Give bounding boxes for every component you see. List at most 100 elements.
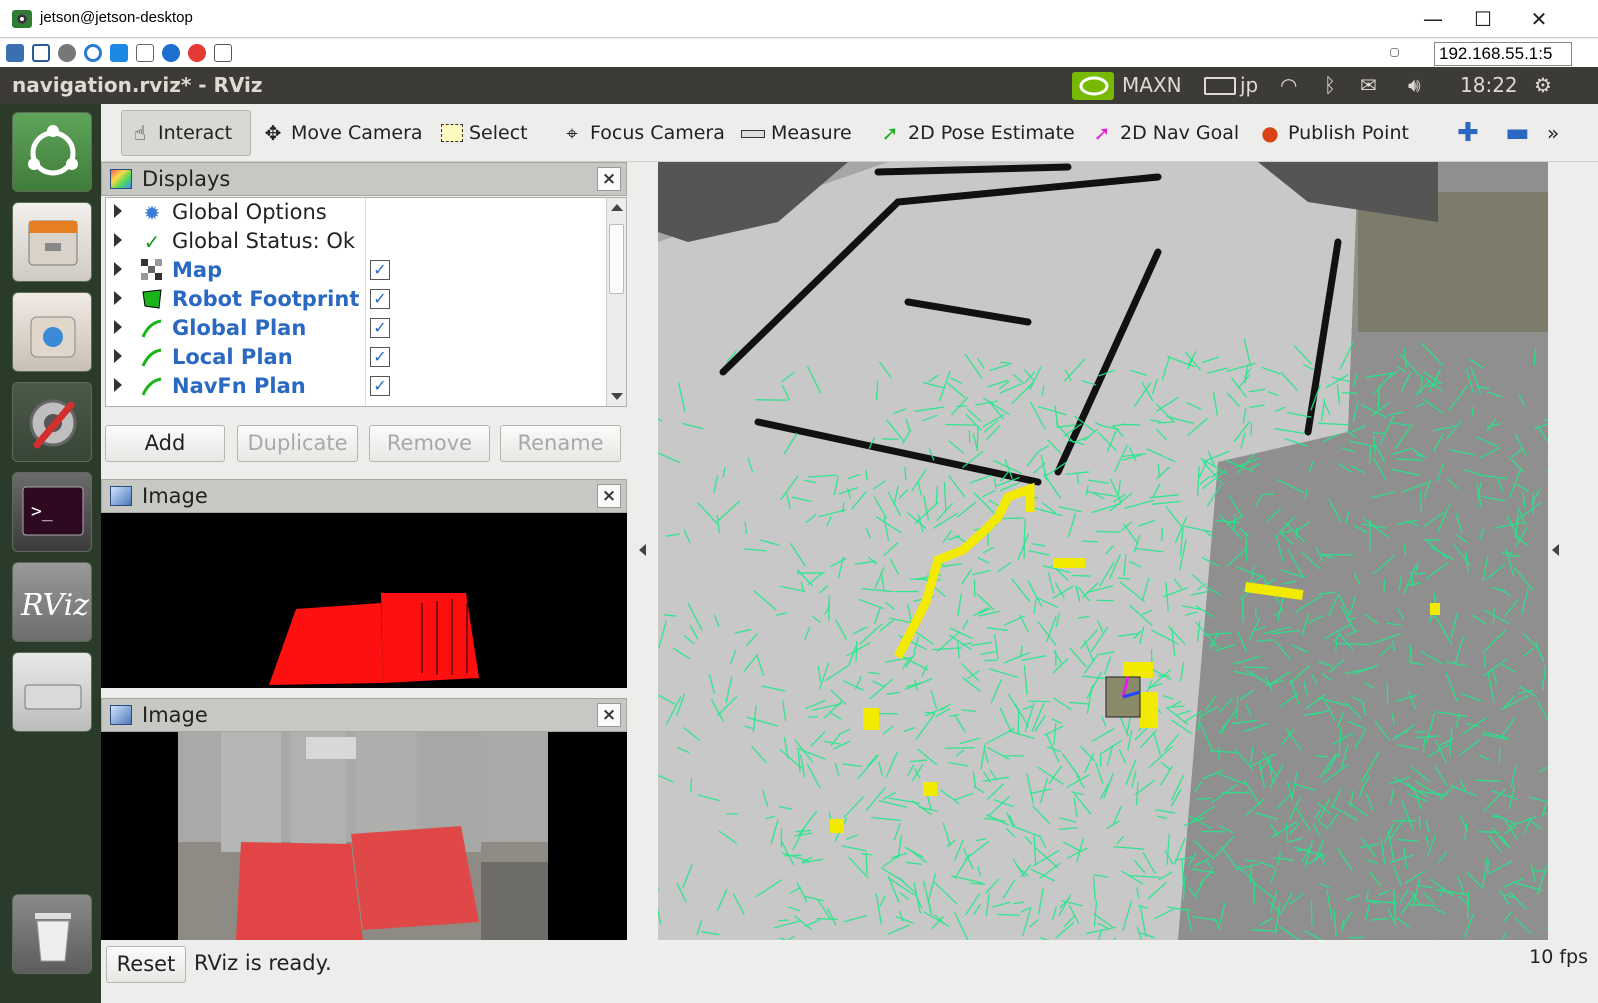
green-arrow-icon: ➚ (881, 121, 899, 145)
display-item-local-plan[interactable]: Local Plan ✓ (106, 343, 606, 372)
options-gear-icon[interactable] (58, 44, 76, 62)
path-icon (140, 375, 164, 399)
displays-close-button[interactable]: × (597, 167, 621, 191)
vnc-window-title: jetson@jetson-desktop (40, 9, 193, 26)
map-checkbox[interactable]: ✓ (370, 260, 390, 280)
scroll-up-icon[interactable] (611, 204, 623, 211)
scroll-down-icon[interactable] (611, 393, 623, 400)
camera-image (101, 732, 627, 940)
image-panel-close-button[interactable]: × (597, 484, 621, 508)
drive-icon[interactable] (12, 652, 92, 732)
trash-icon[interactable] (12, 894, 92, 974)
right-dock-gutter[interactable] (1548, 162, 1598, 940)
local-plan-checkbox[interactable]: ✓ (370, 347, 390, 367)
mail-icon[interactable]: ✉ (1360, 73, 1377, 97)
maximize-button[interactable]: ☐ (1460, 6, 1506, 32)
volume-icon[interactable]: 🔊︎ (1408, 73, 1421, 97)
terminal-icon[interactable]: >_ (12, 472, 92, 552)
fullscreen-icon[interactable] (32, 44, 50, 62)
close-window-button[interactable]: ✕ (1516, 6, 1562, 32)
tool-2d-nav-goal-label: 2D Nav Goal (1120, 122, 1240, 144)
clock[interactable]: 18:22 (1460, 73, 1518, 97)
system-settings-icon[interactable] (12, 382, 92, 462)
software-center-icon[interactable] (12, 292, 92, 372)
tool-measure-label: Measure (771, 122, 852, 144)
wifi-icon[interactable]: ◠ (1280, 73, 1297, 97)
expand-arrow-icon[interactable] (114, 349, 122, 363)
display-item-label: Global Options (172, 200, 327, 224)
display-item-global-status[interactable]: ✓ Global Status: Ok (106, 227, 606, 256)
image-icon (110, 705, 132, 725)
display-item-navfn-plan[interactable]: NavFn Plan ✓ (106, 372, 606, 401)
expand-arrow-icon[interactable] (114, 204, 122, 218)
bluetooth-icon[interactable]: ᛒ (1324, 73, 1336, 97)
display-item-robot-footprint[interactable]: Robot Footprint ✓ (106, 285, 606, 314)
rviz-app-icon[interactable]: RViz (12, 562, 92, 642)
duplicate-button[interactable]: Duplicate (237, 425, 358, 462)
display-item-global-options[interactable]: ✹ Global Options (106, 198, 606, 227)
tool-2d-pose-estimate-label: 2D Pose Estimate (908, 122, 1075, 144)
power-mode-indicator[interactable]: MAXN (1122, 73, 1182, 97)
tool-publish-point-label: Publish Point (1288, 122, 1409, 144)
status-bar: Reset RViz is ready. 10 fps (101, 942, 1598, 1003)
expand-arrow-icon[interactable] (114, 291, 122, 305)
windows-key-icon[interactable] (110, 44, 128, 62)
3d-viewport[interactable] (658, 162, 1548, 940)
collapse-left-icon[interactable] (639, 544, 646, 556)
remove-button[interactable]: Remove (369, 425, 490, 462)
vnc-title-bar: jetson@jetson-desktop — ☐ ✕ (0, 0, 1598, 38)
expand-arrow-icon[interactable] (114, 320, 122, 334)
scrollbar-thumb[interactable] (609, 224, 624, 294)
ctrl-alt-del-icon[interactable] (136, 44, 154, 62)
keyboard-icon[interactable] (1204, 77, 1236, 95)
transfer-files-icon[interactable] (214, 44, 232, 62)
reset-button[interactable]: Reset (106, 946, 186, 983)
robot-footprint-checkbox[interactable]: ✓ (370, 289, 390, 309)
navfn-plan-checkbox[interactable]: ✓ (370, 376, 390, 396)
add-button[interactable]: Add (105, 425, 225, 462)
global-plan-checkbox[interactable]: ✓ (370, 318, 390, 338)
ubuntu-dash-icon[interactable] (12, 112, 92, 192)
address-field[interactable]: 192.168.55.1:5 (1434, 42, 1572, 66)
refresh-icon[interactable] (84, 44, 102, 62)
displays-scrollbar[interactable] (606, 198, 626, 406)
display-item-map[interactable]: Map ✓ (106, 256, 606, 285)
rename-button[interactable]: Rename (500, 425, 621, 462)
depth-image (101, 513, 627, 688)
keyboard-layout[interactable]: jp (1240, 73, 1258, 97)
camera-panel-close-button[interactable]: × (597, 703, 621, 727)
address-toggle-icon[interactable] (1390, 48, 1399, 57)
svg-text:RViz: RViz (20, 588, 89, 623)
tool-2d-pose-estimate[interactable]: ➚ 2D Pose Estimate (872, 110, 1081, 156)
toolbar-overflow-button[interactable]: » (1541, 110, 1565, 156)
expand-arrow-icon[interactable] (114, 262, 122, 276)
tool-select[interactable]: Select (435, 110, 534, 156)
add-tool-button[interactable]: ✚ (1451, 110, 1485, 156)
system-gear-icon[interactable]: ⚙ (1534, 73, 1552, 97)
expand-arrow-icon[interactable] (114, 233, 122, 247)
expand-arrow-icon[interactable] (114, 378, 122, 392)
minimize-button[interactable]: — (1410, 6, 1456, 32)
files-icon[interactable] (12, 202, 92, 282)
tool-interact[interactable]: ☝ Interact (121, 110, 251, 156)
dock-splitter[interactable] (627, 162, 658, 940)
info-icon[interactable] (162, 44, 180, 62)
depth-image-view (101, 513, 627, 688)
display-item-global-plan[interactable]: Global Plan ✓ (106, 314, 606, 343)
nvidia-icon[interactable] (1072, 72, 1114, 100)
tool-publish-point[interactable]: ● Publish Point (1252, 110, 1415, 156)
display-item-label: Local Plan (172, 345, 293, 369)
tool-2d-nav-goal[interactable]: ➚ 2D Nav Goal (1084, 110, 1245, 156)
tool-move-camera[interactable]: ✥ Move Camera (255, 110, 429, 156)
displays-tree[interactable]: ✹ Global Options ✓ Global Status: Ok Map… (105, 197, 627, 407)
display-item-label: NavFn Plan (172, 374, 306, 398)
tool-measure[interactable]: Measure (735, 110, 858, 156)
disconnect-icon[interactable] (188, 44, 206, 62)
remove-tool-button[interactable]: ▬ (1499, 110, 1536, 156)
expand-right-icon[interactable] (1552, 544, 1559, 556)
tool-focus-camera[interactable]: ⌖ Focus Camera (554, 110, 731, 156)
connection-icon[interactable] (6, 44, 24, 62)
display-item-label: Map (172, 258, 223, 282)
image-panel-header: Image × (101, 479, 627, 513)
checkmark-icon: ✓ (143, 230, 161, 254)
